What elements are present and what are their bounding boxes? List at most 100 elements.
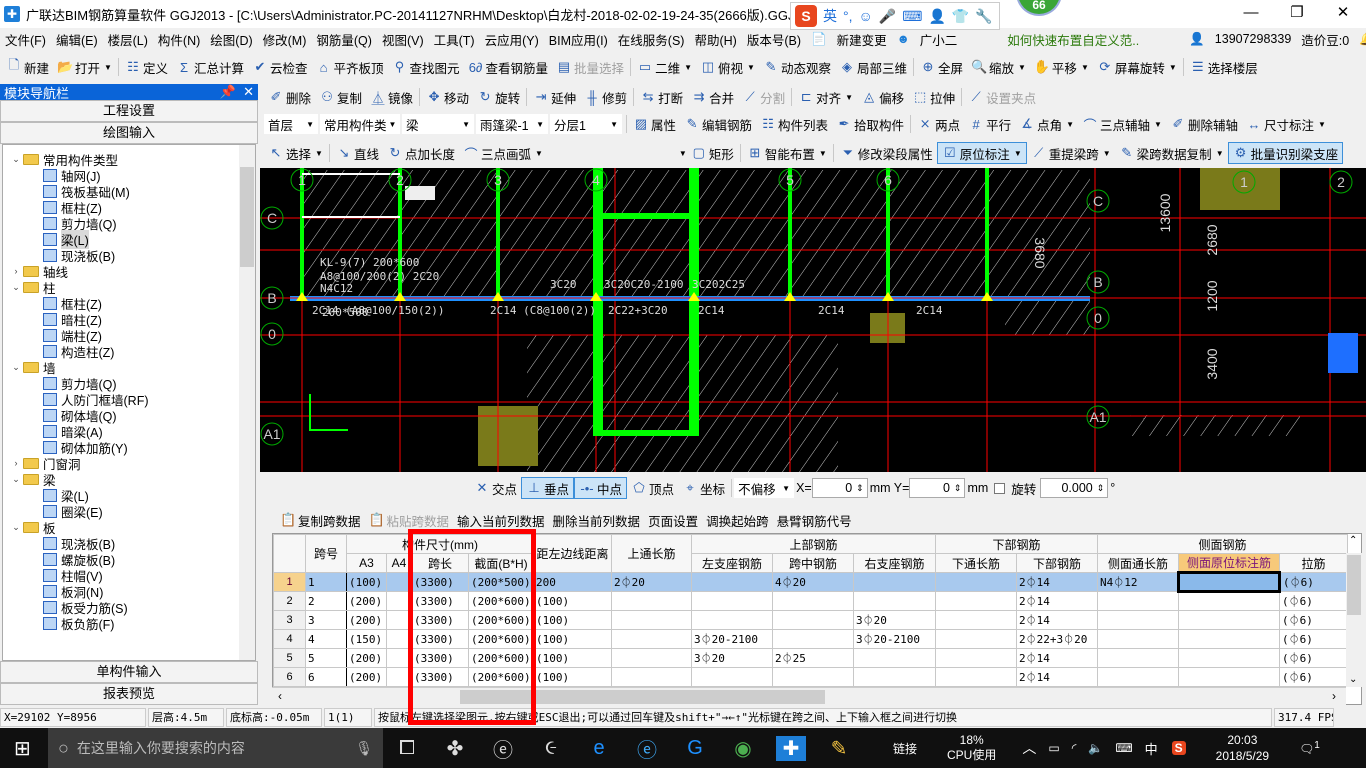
chevron-down-icon[interactable]: ▼ — [747, 63, 755, 72]
chevron-down-icon[interactable]: ▼ — [1014, 149, 1022, 158]
close-panel-icon[interactable]: ✕ — [243, 84, 254, 99]
task-view-icon[interactable]: ⧠ — [383, 737, 431, 760]
tree-item[interactable]: 端柱(Z) — [3, 327, 255, 344]
edge-icon[interactable]: e — [575, 737, 623, 760]
spinner-arrows-icon[interactable]: ⇕ — [1097, 483, 1105, 494]
table-cell[interactable] — [1097, 591, 1179, 611]
rotate-checkbox[interactable] — [994, 482, 1006, 494]
menu-item[interactable]: 构件(N) — [153, 30, 205, 49]
chevron-down-icon[interactable]: ⌄ — [9, 282, 23, 293]
mic-icon[interactable]: 🎤 — [879, 8, 896, 25]
table-cell[interactable]: 2⏀14 — [1016, 572, 1098, 592]
point-length-button[interactable]: ↻ 点加长度 — [383, 142, 459, 164]
chevron-right-icon[interactable]: › — [9, 458, 23, 468]
snap-coordinate-toggle[interactable]: ⌖ 坐标 — [678, 477, 729, 499]
batch-identify-support-button[interactable]: ⚙ 批量识别梁支座 — [1227, 142, 1344, 164]
table-cell[interactable]: (100) — [533, 629, 612, 649]
nav-section-project-settings[interactable]: 工程设置 — [0, 100, 258, 122]
ie-blue-icon[interactable]: ⓔ — [623, 734, 671, 763]
table-cell[interactable]: (⏀6) — [1279, 572, 1348, 592]
rotate-angle-input[interactable]: 0.000 ⇕ — [1040, 478, 1109, 498]
bell-icon[interactable]: 🔔 — [1354, 32, 1366, 47]
top-view-button[interactable]: ◫ 俯视 ▼ — [696, 56, 759, 78]
table-cell[interactable] — [611, 591, 692, 611]
table-cell[interactable]: 200 — [533, 572, 612, 592]
table-cell[interactable] — [1097, 648, 1179, 668]
tree-item[interactable]: 剪力墙(Q) — [3, 215, 255, 232]
tree-folder[interactable]: ⌄ 常用构件类型 — [3, 151, 255, 168]
properties-button[interactable]: ▨ 属性 — [629, 113, 680, 135]
rotate-screen-button[interactable]: ⟳ 屏幕旋转 ▼ — [1093, 56, 1181, 78]
table-cell[interactable] — [772, 591, 854, 611]
table-tool-button[interactable]: 输入当前列数据 — [453, 509, 549, 531]
tree-item[interactable]: 砌体加筋(Y) — [3, 439, 255, 456]
y-offset-input[interactable]: 0 ⇕ — [909, 478, 966, 498]
fullscreen-button[interactable]: ⊕ 全屏 — [916, 56, 967, 78]
snap-vertex-toggle[interactable]: ⬠ 顶点 — [627, 477, 678, 499]
table-cell[interactable] — [691, 667, 773, 687]
menu-item[interactable]: 修改(M) — [258, 30, 312, 49]
column-header[interactable]: 下通长筋 — [935, 553, 1017, 573]
ie-icon[interactable]: ⓔ — [479, 734, 527, 763]
chevron-down-icon[interactable]: ▼ — [845, 93, 853, 102]
table-cell[interactable] — [1097, 629, 1179, 649]
parallel-button[interactable]: # 平行 — [964, 113, 1015, 135]
wifi-icon[interactable]: ◜ — [1072, 741, 1077, 755]
menu-item[interactable]: 楼层(L) — [103, 30, 153, 49]
table-cell[interactable]: 3⏀20-2100 — [853, 629, 936, 649]
rotate-button[interactable]: ↻ 旋转 — [473, 86, 524, 108]
tree-item[interactable]: 砌体墙(Q) — [3, 407, 255, 424]
tree-item[interactable]: 现浇板(B) — [3, 535, 255, 552]
stretch-button[interactable]: ⬚ 拉伸 — [908, 86, 959, 108]
chevron-down-icon[interactable]: ▼ — [315, 149, 323, 158]
type-select[interactable]: 梁 ▼ — [402, 114, 474, 134]
table-cell[interactable] — [611, 610, 692, 630]
column-header[interactable]: 跨中钢筋 — [772, 553, 854, 573]
tree-folder[interactable]: ⌄ 梁 — [3, 471, 255, 488]
tree-item[interactable]: 板负筋(F) — [3, 615, 255, 632]
split-button[interactable]: ⟋ 分割 — [738, 86, 789, 108]
table-cell[interactable]: (100) — [533, 667, 612, 687]
table-cell[interactable]: (200) — [346, 648, 387, 668]
tree-folder[interactable]: ⌄ 墙 — [3, 359, 255, 376]
trim-button[interactable]: ╫ 修剪 — [580, 86, 631, 108]
grid-vscroll-thumb[interactable] — [1347, 555, 1361, 615]
select-floor-button[interactable]: ☰ 选择楼层 — [1186, 56, 1262, 78]
x-offset-input[interactable]: 0 ⇕ — [811, 478, 868, 498]
table-cell[interactable] — [1097, 610, 1179, 630]
define-button[interactable]: ☷ 定义 — [121, 56, 172, 78]
table-cell[interactable] — [611, 629, 692, 649]
table-cell[interactable]: 2⏀22+3⏀20 — [1016, 629, 1098, 649]
binoculars-button[interactable]: ⚲ 查找图元 — [388, 56, 464, 78]
menu-item[interactable]: 工具(T) — [429, 30, 480, 49]
clock[interactable]: 20:03 2018/5/29 — [1216, 732, 1269, 764]
dimension-button[interactable]: ↔ 尺寸标注 ▼ — [1242, 113, 1330, 135]
table-cell[interactable] — [691, 572, 773, 592]
table-tool-button[interactable]: 📋 粘贴跨数据 — [365, 509, 454, 531]
table-cell[interactable] — [772, 610, 854, 630]
layer-select[interactable]: 分层1 ▼ — [550, 114, 622, 134]
table-cell[interactable]: (⏀6) — [1279, 648, 1348, 668]
tree-item[interactable]: 构造柱(Z) — [3, 343, 255, 360]
table-cell[interactable]: (200) — [346, 610, 387, 630]
nav-section-single-input[interactable]: 单构件输入 — [0, 661, 258, 683]
delete-axis-button[interactable]: ✐ 删除辅轴 — [1166, 113, 1242, 135]
menu-item[interactable]: 版本号(B) — [742, 30, 806, 49]
table-cell[interactable]: (100) — [533, 591, 612, 611]
ggj-app-icon[interactable]: ✚ — [776, 735, 806, 761]
action-center-icon[interactable]: 🗨1 — [1299, 740, 1320, 756]
drawing-canvas[interactable]: 1 2 3 4 5 6 C B 0 A1 C B 0 A1 1 2 13600 2680 1200 3400 3680 K… — [260, 168, 1366, 472]
table-cell[interactable]: 5 — [305, 648, 347, 668]
windows-start-icon[interactable]: ⊞ — [14, 736, 31, 761]
point-angle-button[interactable]: ∡ 点角 ▼ — [1015, 113, 1078, 135]
table-cell[interactable] — [1178, 667, 1280, 687]
sogou-tray-icon[interactable]: S — [1171, 741, 1186, 755]
table-cell[interactable]: 3⏀20 — [691, 648, 773, 668]
menu-item[interactable]: 视图(V) — [377, 30, 429, 49]
tree-folder[interactable]: › 门窗洞 — [3, 455, 255, 472]
chevron-down-icon[interactable]: ▼ — [1154, 120, 1162, 129]
table-cell[interactable]: 1 — [305, 572, 347, 592]
zoom-button[interactable]: 🔍 缩放 ▼ — [967, 56, 1030, 78]
chevron-down-icon[interactable]: ⌄ — [9, 154, 23, 165]
select-cursor-button[interactable]: ↖ 选择 ▼ — [264, 142, 327, 164]
